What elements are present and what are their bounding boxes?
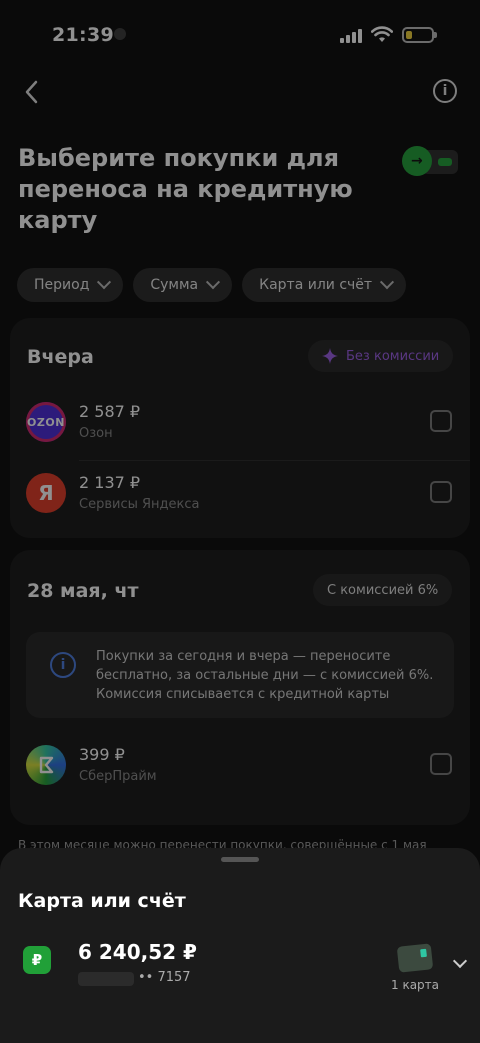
ruble-account-icon: ₽: [23, 946, 51, 974]
item-checkbox[interactable]: [430, 753, 452, 775]
info-icon[interactable]: i: [433, 79, 457, 103]
purchase-group-may-28: 28 мая, чт С комиссией 6% i Покупки за с…: [10, 550, 470, 825]
filter-chips: Период Сумма Карта или счёт: [17, 268, 407, 304]
filter-amount-chip[interactable]: Сумма: [133, 268, 233, 302]
filter-amount-label: Сумма: [150, 277, 199, 293]
filter-card-chip[interactable]: Карта или счёт: [242, 268, 407, 302]
wifi-icon: [371, 26, 393, 42]
item-merchant: Озон: [79, 426, 113, 441]
ozon-logo-icon: OZON: [26, 402, 66, 442]
chevron-down-icon: [206, 275, 221, 290]
battery-icon: [402, 27, 437, 43]
group-title: 28 мая, чт: [27, 580, 139, 602]
chevron-down-icon: [380, 275, 395, 290]
item-amount: 2 137 ₽: [79, 473, 141, 492]
cards-count: 1 карта: [391, 978, 440, 992]
chevron-down-icon: [97, 275, 112, 290]
status-bar: 21:39: [0, 0, 480, 70]
item-merchant: Сервисы Яндекса: [79, 497, 200, 512]
item-checkbox[interactable]: [430, 481, 452, 503]
fee-info-box: i Покупки за сегодня и вчера — переносит…: [26, 632, 454, 718]
list-item[interactable]: 399 ₽ СберПрайм: [10, 733, 470, 803]
filter-period-chip[interactable]: Период: [17, 268, 124, 302]
sheet-drag-handle[interactable]: [221, 857, 259, 862]
chevron-down-icon[interactable]: [452, 953, 468, 969]
sparkle-icon: [322, 348, 338, 364]
purchase-group-yesterday: Вчера Без комиссии OZON 2 587 ₽ Озон Я 2…: [10, 318, 470, 538]
filter-card-label: Карта или счёт: [259, 277, 373, 293]
list-item[interactable]: OZON 2 587 ₽ Озон: [10, 390, 470, 460]
filter-period-label: Период: [34, 277, 90, 293]
sheet-title: Карта или счёт: [18, 890, 186, 912]
sberprime-logo-icon: [26, 745, 66, 785]
account-number-suffix: •• 7157: [138, 970, 191, 985]
transfer-to-card-icon: →: [402, 144, 460, 178]
badge-label: Без комиссии: [346, 348, 440, 364]
fee-info-text: Покупки за сегодня и вчера — переносите …: [96, 649, 434, 702]
no-fee-badge: Без комиссии: [308, 340, 454, 372]
page-title: Выберите покупки для переноса на кредитн…: [18, 144, 353, 234]
card-selector-sheet: Карта или счёт ₽ 6 240,52 ₽ •• 7157 1 ка…: [0, 848, 480, 1043]
item-checkbox[interactable]: [430, 410, 452, 432]
item-merchant: СберПрайм: [79, 769, 157, 784]
focus-icon: [114, 28, 126, 40]
masked-account-name: [78, 972, 134, 986]
account-balance[interactable]: 6 240,52 ₽: [78, 940, 197, 964]
yandex-logo-icon: Я: [26, 473, 66, 513]
back-arrow-icon[interactable]: [20, 78, 44, 106]
item-amount: 399 ₽: [79, 745, 125, 764]
list-item[interactable]: Я 2 137 ₽ Сервисы Яндекса: [10, 461, 470, 531]
cellular-signal-icon: [340, 29, 362, 43]
group-title: Вчера: [27, 346, 94, 368]
badge-label: С комиссией 6%: [327, 582, 439, 598]
item-amount: 2 587 ₽: [79, 402, 141, 421]
credit-card-icon: [396, 943, 434, 973]
info-icon: i: [50, 652, 76, 678]
status-time: 21:39: [52, 24, 114, 46]
fee-badge: С комиссией 6%: [313, 574, 453, 606]
